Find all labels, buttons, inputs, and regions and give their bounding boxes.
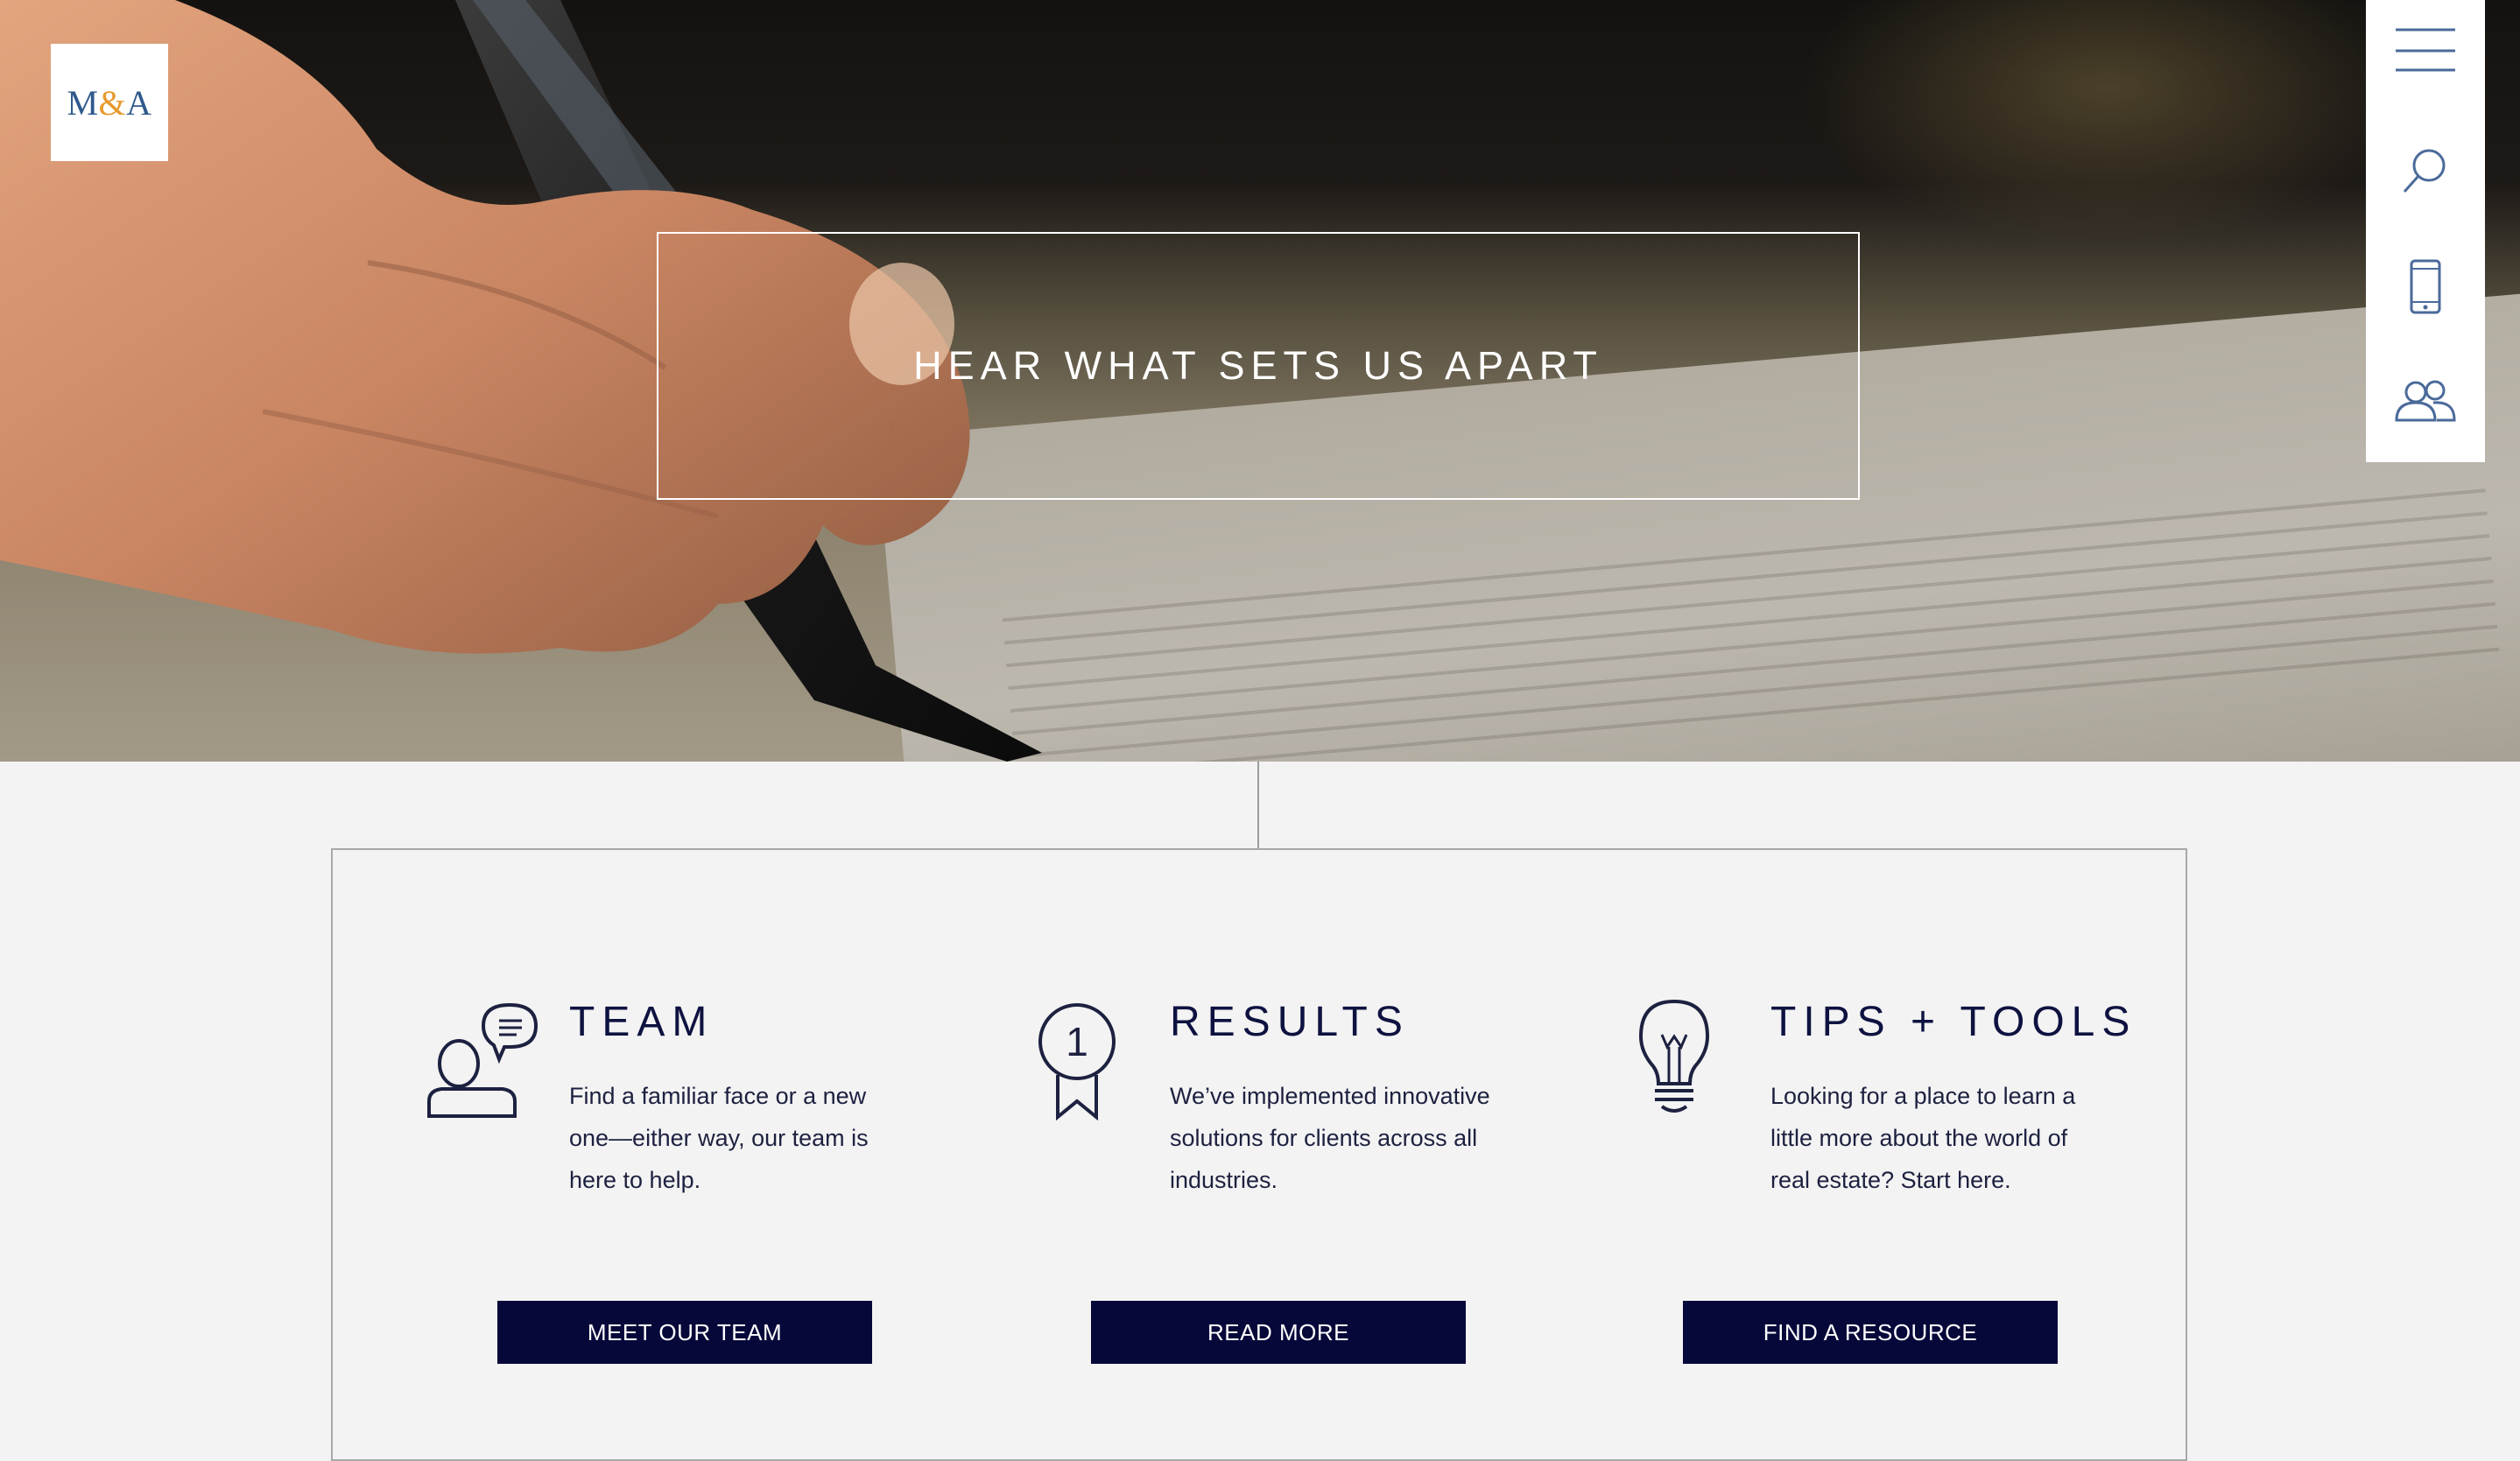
side-nav-panel: [2366, 0, 2485, 462]
lightbulb-icon: [1620, 998, 1742, 1125]
find-a-resource-button[interactable]: FIND A RESOURCE: [1683, 1301, 2058, 1364]
person-chat-icon: [419, 998, 541, 1125]
section-connector-line: [1257, 762, 1259, 849]
feature-title: RESULTS: [1170, 999, 1410, 1045]
feature-description: Find a familiar face or a new one—either…: [569, 1083, 869, 1193]
read-more-button[interactable]: READ MORE: [1091, 1301, 1466, 1364]
logo-letter-a: A: [126, 82, 152, 123]
company-logo[interactable]: M & A: [51, 44, 168, 161]
logo-letter-m: M: [67, 82, 99, 123]
feature-title: TEAM: [569, 999, 714, 1045]
svg-text:1: 1: [1066, 1019, 1088, 1064]
hero-background-glow: [1802, 0, 2415, 245]
award-ribbon-icon: 1: [1019, 998, 1142, 1125]
menu-icon[interactable]: [2366, 25, 2485, 77]
phone-icon[interactable]: [2366, 258, 2485, 316]
feature-description: We’ve implemented innovative solutions f…: [1170, 1083, 1490, 1193]
feature-description: Looking for a place to learn a little mo…: [1770, 1083, 2076, 1193]
hero-cta-box[interactable]: HEAR WHAT SETS US APART: [657, 232, 1860, 500]
search-icon[interactable]: [2366, 144, 2485, 197]
meet-our-team-button[interactable]: MEET OUR TEAM: [497, 1301, 872, 1364]
feature-title: TIPS + TOOLS: [1770, 999, 2137, 1045]
hero-title: HEAR WHAT SETS US APART: [913, 343, 1603, 388]
logo-ampersand: &: [98, 82, 127, 123]
people-icon[interactable]: [2366, 376, 2485, 425]
